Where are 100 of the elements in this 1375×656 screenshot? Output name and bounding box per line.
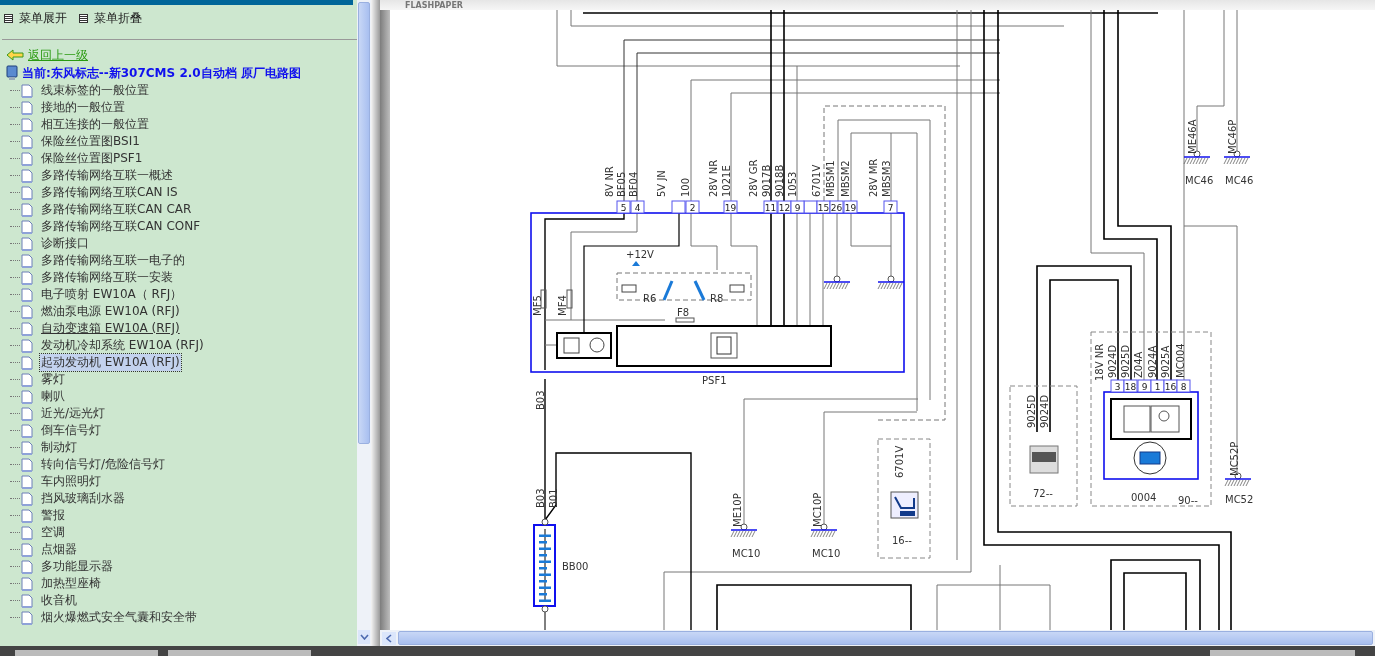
tree-item[interactable]: 接地的一般位置 (40, 99, 126, 116)
tree-item[interactable]: 多路传输网络互联一安装 (40, 269, 174, 286)
tree-item[interactable]: 多功能显示器 (40, 558, 114, 575)
tree-item[interactable]: 多路传输网络互联CAN CONF (40, 218, 202, 235)
component-label: R8 (710, 293, 724, 304)
wire-label: B01 (547, 488, 559, 508)
document-icon (21, 185, 33, 200)
connector-pin: 18 (1123, 379, 1138, 393)
connector-pin: 5 (616, 200, 631, 214)
wire-label: 9025D (1025, 394, 1037, 428)
document-icon (21, 593, 33, 608)
wire-label: 28V MR (867, 158, 879, 197)
component-label: MC10 (732, 548, 761, 559)
wire-label: 9024D (1106, 344, 1118, 378)
wire-label: MBSM2 (839, 160, 851, 197)
tree-item[interactable]: 喇叭 (40, 388, 66, 405)
app-logo: FLASHPAPER (405, 0, 464, 10)
tree-item[interactable]: 多路传输网络互联一概述 (40, 167, 174, 184)
document-icon (21, 83, 33, 98)
document-icon (21, 423, 33, 438)
scroll-down-button[interactable] (358, 630, 370, 644)
wire-label: 1021E (720, 165, 732, 197)
collapse-menu-link[interactable]: 菜单折叠 (79, 9, 142, 27)
tree-item[interactable]: 保险丝位置图PSF1 (40, 150, 144, 167)
tree-item[interactable]: 自动变速箱 EW10A (RFJ) (40, 320, 181, 337)
wire-label: MF5 (531, 295, 543, 316)
fuse-block-icon (1029, 445, 1059, 474)
connector-pin (671, 200, 686, 214)
wire-label: 8V NR (603, 166, 615, 197)
tree-item[interactable]: 转向信号灯/危险信号灯 (40, 456, 167, 473)
tree-item[interactable]: 燃油泵电源 EW10A (RFJ) (40, 303, 181, 320)
wire-label: BF04 (627, 171, 639, 197)
tree-item[interactable]: 起动发动机 EW10A (RFJ) (40, 354, 181, 371)
wire-label: 18V NR (1093, 343, 1105, 381)
tree-item[interactable]: 警报 (40, 507, 66, 524)
component-label: R6 (643, 293, 657, 304)
tree-item[interactable]: 车内照明灯 (40, 473, 102, 490)
document-icon (21, 406, 33, 421)
document-icon (21, 542, 33, 557)
wire-label: 9018B (773, 164, 785, 197)
vertical-scrollbar[interactable] (357, 0, 371, 646)
scroll-left-button[interactable] (382, 631, 396, 645)
tree-item[interactable]: 保险丝位置图BSI1 (40, 133, 141, 150)
connector-pin: 19 (843, 200, 858, 214)
scrollbar-thumb[interactable] (358, 2, 370, 444)
wire-label: 100 (679, 177, 691, 197)
tree-item[interactable]: 近光/远光灯 (40, 405, 107, 422)
wire-label: ME46A (1186, 119, 1198, 154)
document-icon (21, 270, 33, 285)
tree-item[interactable]: 相互连接的一般位置 (40, 116, 150, 133)
component-label: MC52 (1225, 494, 1254, 505)
wire-label: 28V NR (707, 159, 719, 197)
tree-item[interactable]: 电子喷射 EW10A（ RFJ） (40, 286, 184, 303)
component-label: +12V (626, 249, 654, 260)
document-icon (21, 525, 33, 540)
expand-menu-link[interactable]: 菜单展开 (4, 9, 67, 27)
connector-pin: 9 (790, 200, 805, 214)
component-label: 72-- (1033, 488, 1053, 499)
document-icon (21, 287, 33, 302)
tree-item[interactable]: 制动灯 (40, 439, 78, 456)
wire-label: 9025D (1119, 344, 1131, 378)
document-icon (21, 559, 33, 574)
tree-item[interactable]: 空调 (40, 524, 66, 541)
tree-item[interactable]: 多路传输网络互联一电子的 (40, 252, 186, 269)
document-icon (21, 355, 33, 370)
connector-pin: 8 (1176, 379, 1191, 393)
wire-label: MC52P (1228, 441, 1240, 476)
tree-item[interactable]: 雾灯 (40, 371, 66, 388)
component-label: BB00 (562, 561, 589, 572)
component-label: 0004 (1131, 492, 1157, 503)
tree-item[interactable]: 多路传输网络互联CAN CAR (40, 201, 193, 218)
tree-item[interactable]: 加热型座椅 (40, 575, 102, 592)
tree-item[interactable]: 发动机冷却系统 EW10A (RFJ) (40, 337, 205, 354)
wire-label: MC10P (811, 492, 823, 527)
wire-label: 9024D (1038, 394, 1050, 428)
tree-item[interactable]: 诊断接口 (40, 235, 90, 252)
tree-item[interactable]: 线束标签的一般位置 (40, 82, 150, 99)
component-label: 90-- (1178, 495, 1198, 506)
current-page-title: 当前:东风标志--新307CMS 2.0自动档 原厂电路图 (22, 64, 301, 82)
connector-pin: 7 (883, 200, 898, 214)
tree-item[interactable]: 多路传输网络互联CAN IS (40, 184, 179, 201)
document-icon (21, 508, 33, 523)
control-module-drawing (556, 332, 612, 359)
component-label: F8 (677, 307, 690, 318)
tree-item[interactable]: 点烟器 (40, 541, 78, 558)
document-icon (21, 576, 33, 591)
wire-label: 9025A (1159, 345, 1171, 378)
wire-label: ME10P (731, 493, 743, 527)
document-icon (21, 474, 33, 489)
wire-label: 9017B (760, 164, 772, 197)
tree-item[interactable]: 倒车信号灯 (40, 422, 102, 439)
document-icon (21, 236, 33, 251)
tree-item[interactable]: 收音机 (40, 592, 78, 609)
tree-item[interactable]: 烟火爆燃式安全气囊和安全带 (40, 609, 198, 626)
splitter-bar[interactable] (371, 0, 380, 646)
wire-label: MBSM3 (880, 160, 892, 197)
document-icon (21, 338, 33, 353)
wire-label: MBSM1 (824, 160, 836, 197)
document-icon (21, 304, 33, 319)
tree-item[interactable]: 挡风玻璃刮水器 (40, 490, 126, 507)
